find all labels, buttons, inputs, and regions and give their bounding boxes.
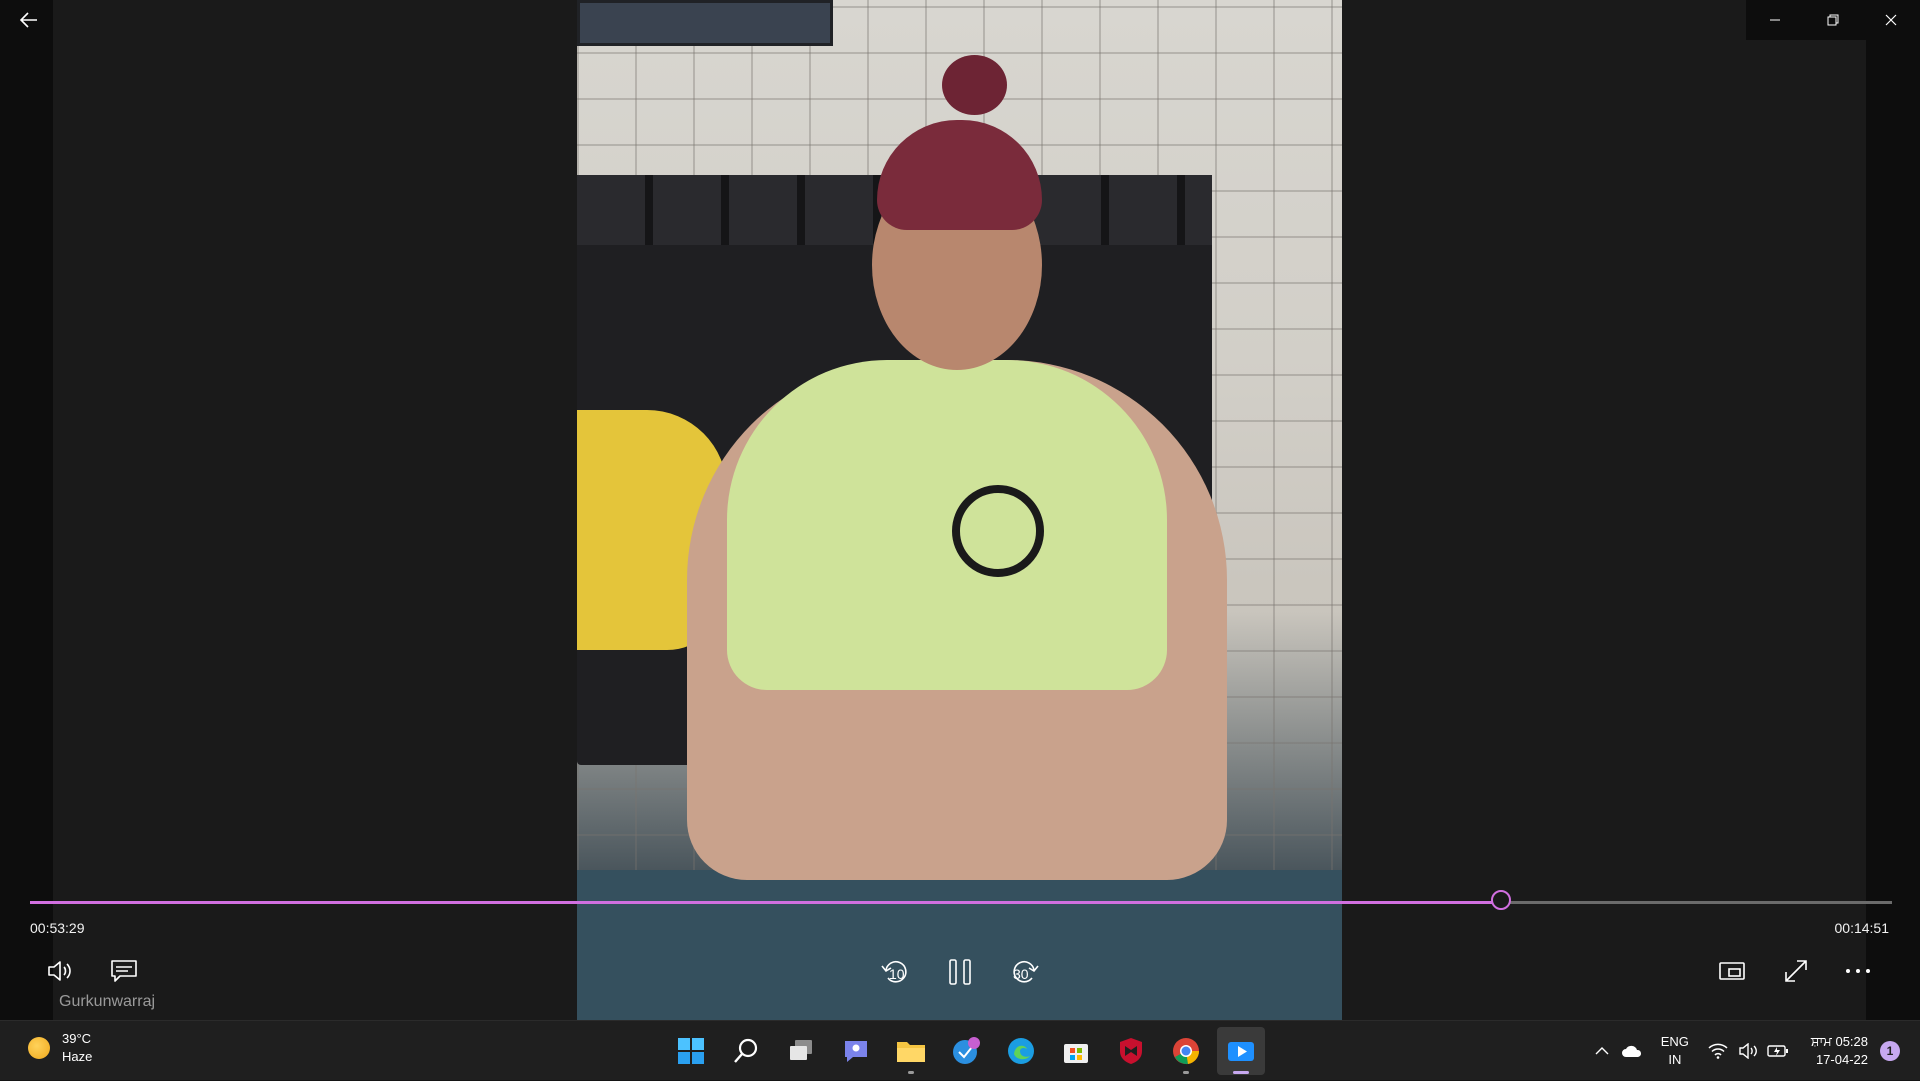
running-indicator xyxy=(908,1071,914,1074)
clock[interactable]: ਸ਼ਾਮ 05:28 17-04-22 xyxy=(1811,1033,1868,1069)
media-title: Gurkunwarraj xyxy=(59,993,156,1010)
person-turban-bun xyxy=(942,55,1007,115)
media-player-button[interactable] xyxy=(1217,1027,1265,1075)
edge-button[interactable] xyxy=(997,1027,1045,1075)
wall-picture-frame xyxy=(577,0,833,46)
more-options-button[interactable] xyxy=(1834,947,1882,995)
media-player-icon xyxy=(1228,1042,1254,1061)
search-button[interactable] xyxy=(722,1027,770,1075)
skip-forward-button[interactable]: 30 xyxy=(1000,948,1048,996)
right-letterbox xyxy=(1866,0,1920,1020)
onedrive-button[interactable] xyxy=(1617,1044,1647,1058)
volume-tray-button[interactable] xyxy=(1733,1043,1763,1059)
show-hidden-icons-button[interactable] xyxy=(1587,1046,1617,1056)
speaker-icon xyxy=(1739,1043,1757,1059)
weather-temp: 39°C xyxy=(62,1031,92,1046)
store-button[interactable] xyxy=(1052,1027,1100,1075)
clock-date: 17-04-22 xyxy=(1815,1052,1868,1067)
battery-charging-icon xyxy=(1767,1045,1788,1057)
windows-start-icon xyxy=(678,1038,704,1064)
language-line1: ENG xyxy=(1660,1034,1689,1049)
left-letterbox xyxy=(0,0,53,1020)
seek-bar[interactable] xyxy=(30,901,1892,904)
close-button[interactable] xyxy=(1862,0,1920,40)
chat-button[interactable] xyxy=(832,1027,880,1075)
running-indicator xyxy=(1183,1071,1189,1074)
fullscreen-button[interactable] xyxy=(1772,947,1820,995)
language-line2: IN xyxy=(1668,1052,1682,1067)
sun-haze-icon xyxy=(28,1037,50,1059)
language-indicator[interactable]: ENG IN xyxy=(1661,1033,1689,1069)
wifi-icon xyxy=(1708,1043,1728,1059)
blanket xyxy=(577,870,1342,1020)
weather-text: 39°C Haze xyxy=(62,1030,92,1066)
arrow-left-icon xyxy=(20,12,37,28)
pause-icon xyxy=(949,959,971,985)
chrome-icon xyxy=(1173,1038,1200,1065)
close-icon xyxy=(1885,14,1897,26)
captions-icon xyxy=(111,960,137,982)
weather-condition: Haze xyxy=(62,1049,93,1064)
shield-icon xyxy=(1120,1038,1142,1064)
skip-back-button[interactable]: 10 xyxy=(872,948,920,996)
pause-button[interactable] xyxy=(936,948,984,996)
minimize-icon xyxy=(1770,19,1780,21)
edge-icon xyxy=(1008,1038,1034,1064)
start-button[interactable] xyxy=(667,1027,715,1075)
notification-badge[interactable]: 1 xyxy=(1880,1041,1900,1061)
back-button[interactable] xyxy=(0,0,58,40)
window-controls xyxy=(1746,0,1920,40)
cloud-icon xyxy=(1621,1045,1641,1057)
more-icon xyxy=(1846,969,1870,973)
media-player-window: 00:53:29 00:14:51 Gurkunwarraj 10 30 xyxy=(0,0,1920,1020)
network-button[interactable] xyxy=(1703,1043,1733,1059)
folder-icon xyxy=(897,1042,925,1062)
skip-back-label: 10 xyxy=(889,966,905,982)
store-icon xyxy=(1064,1044,1088,1063)
search-icon xyxy=(734,1038,758,1063)
seek-bar-fill xyxy=(30,901,1501,904)
weather-widget[interactable]: 39°C Haze xyxy=(28,1030,92,1066)
file-explorer-button[interactable] xyxy=(887,1027,935,1075)
restore-button[interactable] xyxy=(1804,0,1862,40)
task-view-button[interactable] xyxy=(777,1027,825,1075)
battery-button[interactable] xyxy=(1763,1044,1793,1058)
clock-time: ਸ਼ਾਮ 05:28 xyxy=(1810,1034,1868,1049)
person-shirt xyxy=(727,360,1167,690)
miniplayer-icon xyxy=(1719,962,1745,980)
taskbar-apps xyxy=(667,1027,1265,1075)
time-remaining: 00:14:51 xyxy=(1834,920,1890,936)
skip-forward-label: 30 xyxy=(1013,966,1029,982)
captions-button[interactable] xyxy=(100,947,148,995)
restore-icon xyxy=(1827,14,1839,26)
seek-bar-thumb[interactable] xyxy=(1490,890,1511,910)
volume-button[interactable] xyxy=(36,947,84,995)
chevron-up-icon xyxy=(1595,1047,1609,1055)
mail-icon xyxy=(953,1037,980,1064)
active-indicator xyxy=(1233,1071,1249,1074)
minimize-button[interactable] xyxy=(1746,0,1804,40)
task-view-icon xyxy=(790,1040,812,1060)
volume-icon xyxy=(48,961,71,981)
system-tray: ENG IN ਸ਼ਾਮ 05:28 17-04-22 1 xyxy=(1587,1021,1920,1081)
mcafee-button[interactable] xyxy=(1107,1027,1155,1075)
shirt-bicycle-print xyxy=(952,485,1044,577)
taskbar: 39°C Haze ENG IN ਸ਼ਾਮ 05:28 17-04-22 1 xyxy=(0,1020,1920,1080)
video-frame[interactable] xyxy=(577,0,1342,1020)
chrome-button[interactable] xyxy=(1162,1027,1210,1075)
chat-icon xyxy=(845,1041,867,1062)
mail-app-button[interactable] xyxy=(942,1027,990,1075)
time-elapsed: 00:53:29 xyxy=(30,920,85,936)
fullscreen-icon xyxy=(1785,960,1807,982)
miniplayer-button[interactable] xyxy=(1708,947,1756,995)
